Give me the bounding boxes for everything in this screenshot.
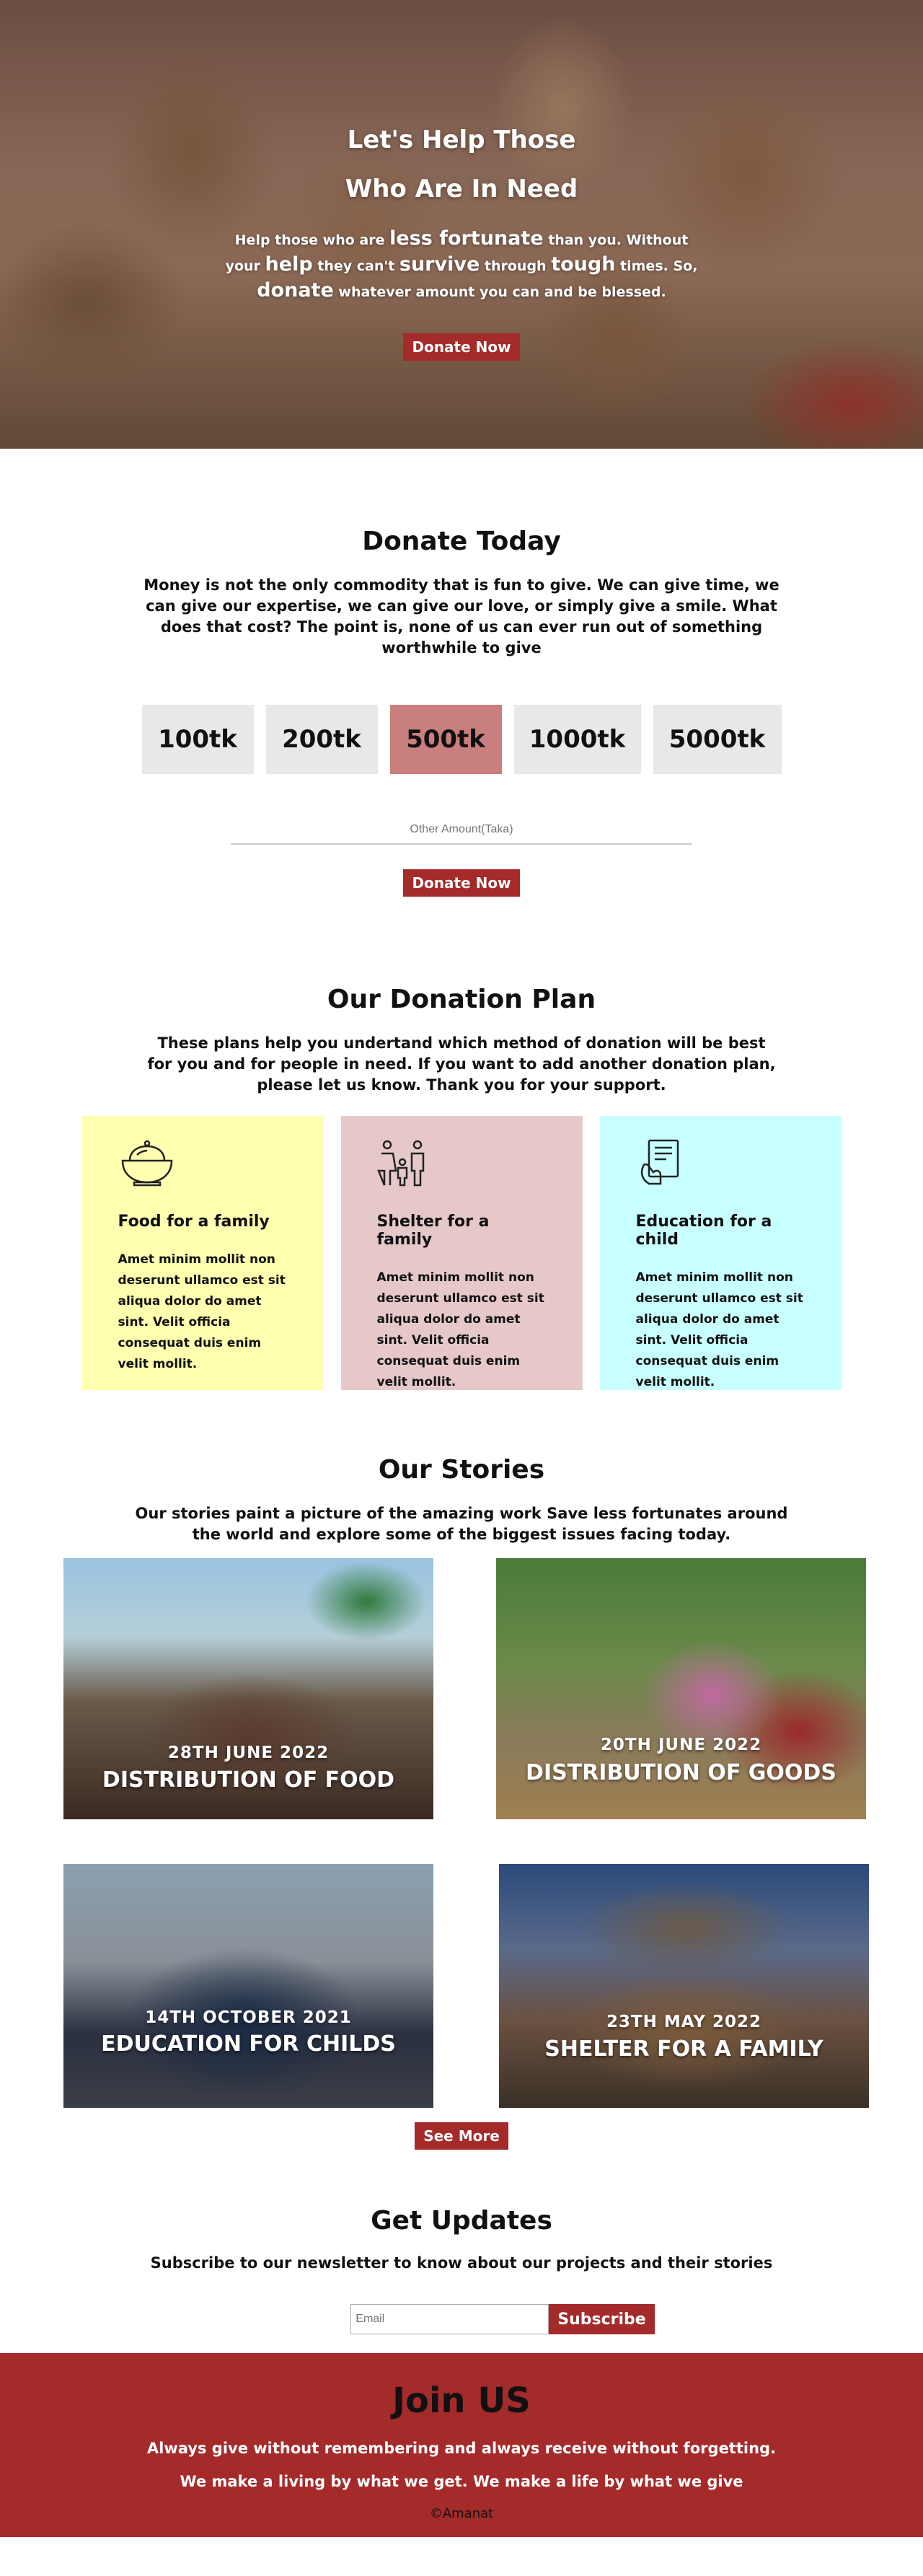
plan-card-food[interactable]: Food for a family Amet minim mollit non … <box>81 1116 324 1390</box>
food-bowl-icon <box>118 1130 288 1195</box>
hero-section: Let's Help Those Who Are In Need Help th… <box>0 0 923 449</box>
hero-text-part: through <box>480 258 552 274</box>
story-date: 23TH MAY 2022 <box>606 2013 762 2031</box>
hero-donate-now-button[interactable]: Donate Now <box>403 333 520 361</box>
amount-option-500[interactable]: 500tk <box>389 705 502 774</box>
amount-option-200[interactable]: 200tk <box>265 705 378 774</box>
footer: Join US Always give without remembering … <box>0 2353 923 2537</box>
hero-text: Help those who are less fortunate than y… <box>216 227 707 304</box>
updates-section: Get Updates Subscribe to our newsletter … <box>0 2150 923 2334</box>
email-input[interactable] <box>350 2304 549 2334</box>
hero-text-emphasis: help <box>265 253 313 276</box>
plan-card-title: Food for a family <box>118 1213 270 1231</box>
story-card-goods[interactable]: 20TH JUNE 2022 DISTRIBUTION OF GOODS <box>496 1558 866 1819</box>
subscribe-form: Subscribe <box>82 2304 923 2334</box>
plan-card-title: Shelter for a family <box>376 1213 490 1249</box>
story-caption: DISTRIBUTION OF FOOD <box>102 1767 395 1793</box>
stories-title: Our Stories <box>378 1455 545 1485</box>
hero-title-line1: Let's Help Those <box>347 126 576 154</box>
donate-now-button[interactable]: Donate Now <box>403 869 520 897</box>
story-card-education[interactable]: 14TH OCTOBER 2021 EDUCATION FOR CHILDS <box>63 1864 433 2108</box>
education-icon <box>636 1130 805 1195</box>
hero-text-emphasis: tough <box>551 253 616 276</box>
story-date: 28TH JUNE 2022 <box>167 1744 330 1762</box>
updates-description: Subscribe to our newsletter to know abou… <box>150 2254 773 2272</box>
donation-plan-section: Our Donation Plan These plans help you u… <box>0 897 923 1390</box>
stories-section: Our Stories Our stories paint a picture … <box>0 1390 923 2150</box>
other-amount-input[interactable] <box>231 819 692 845</box>
hero-title-line2: Who Are In Need <box>345 175 578 203</box>
story-caption: EDUCATION FOR CHILDS <box>101 2031 396 2057</box>
story-grid: 28TH JUNE 2022 DISTRIBUTION OF FOOD 20TH… <box>0 1558 923 2121</box>
plan-card-text: Amet minim mollit non deserunt ullamco e… <box>635 1270 803 1389</box>
footer-title: Join US <box>392 2381 531 2421</box>
hero-content: Let's Help Those Who Are In Need Help th… <box>0 115 923 361</box>
stories-description: Our stories paint a picture of the amazi… <box>135 1505 788 1543</box>
see-more-wrap: See More <box>0 2122 923 2150</box>
hero-text-emphasis: less fortunate <box>389 227 544 250</box>
plans-title: Our Donation Plan <box>327 985 596 1014</box>
donate-button-wrap: Donate Now <box>0 869 923 897</box>
subscribe-button[interactable]: Subscribe <box>549 2304 655 2334</box>
plan-card-title: Education for a child <box>635 1213 772 1249</box>
story-card-food[interactable]: 28TH JUNE 2022 DISTRIBUTION OF FOOD <box>63 1558 433 1819</box>
story-card-shelter[interactable]: 23TH MAY 2022 SHELTER FOR A FAMILY <box>499 1864 869 2108</box>
story-date: 20TH JUNE 2022 <box>600 1736 762 1754</box>
donate-title: Donate Today <box>362 527 561 556</box>
plan-card-education[interactable]: Education for a child Amet minim mollit … <box>599 1116 842 1390</box>
family-icon <box>376 1130 547 1195</box>
plan-card-text: Amet minim mollit non deserunt ullamco e… <box>118 1252 286 1371</box>
donate-section: Donate Today Money is not the only commo… <box>0 449 923 897</box>
story-caption: DISTRIBUTION OF GOODS <box>526 1760 836 1785</box>
hero-text-part: whatever amount you can and be blessed. <box>333 284 666 300</box>
footer-quote-2: We make a living by what we get. We make… <box>180 2473 743 2490</box>
see-more-button[interactable]: See More <box>415 2122 508 2150</box>
donation-amount-options: 100tk 200tk 500tk 1000tk 5000tk <box>0 705 923 774</box>
donate-description: Money is not the only commodity that is … <box>143 576 780 656</box>
plan-cards: Food for a family Amet minim mollit non … <box>0 1116 923 1390</box>
hero-text-emphasis: survive <box>399 253 480 276</box>
amount-option-100[interactable]: 100tk <box>141 705 254 774</box>
plans-description: These plans help you undertand which met… <box>147 1034 776 1094</box>
amount-option-5000[interactable]: 5000tk <box>653 705 782 774</box>
hero-text-part: they can't <box>312 258 399 274</box>
hero-title: Let's Help Those Who Are In Need <box>0 115 923 214</box>
updates-title: Get Updates <box>371 2206 552 2236</box>
hero-text-emphasis: donate <box>257 279 334 302</box>
amount-option-1000[interactable]: 1000tk <box>513 705 641 774</box>
footer-quote-1: Always give without remembering and alwa… <box>146 2440 777 2457</box>
hero-text-part: Help those who are <box>234 232 390 248</box>
copyright: ©Amanat <box>429 2506 494 2521</box>
hero-text-part: times. So, <box>615 258 698 274</box>
story-caption: SHELTER FOR A FAMILY <box>544 2036 823 2062</box>
plan-card-shelter[interactable]: Shelter for a family Amet minim mollit n… <box>340 1116 583 1390</box>
story-date: 14TH OCTOBER 2021 <box>145 2008 352 2027</box>
plan-card-text: Amet minim mollit non deserunt ullamco e… <box>376 1270 544 1389</box>
